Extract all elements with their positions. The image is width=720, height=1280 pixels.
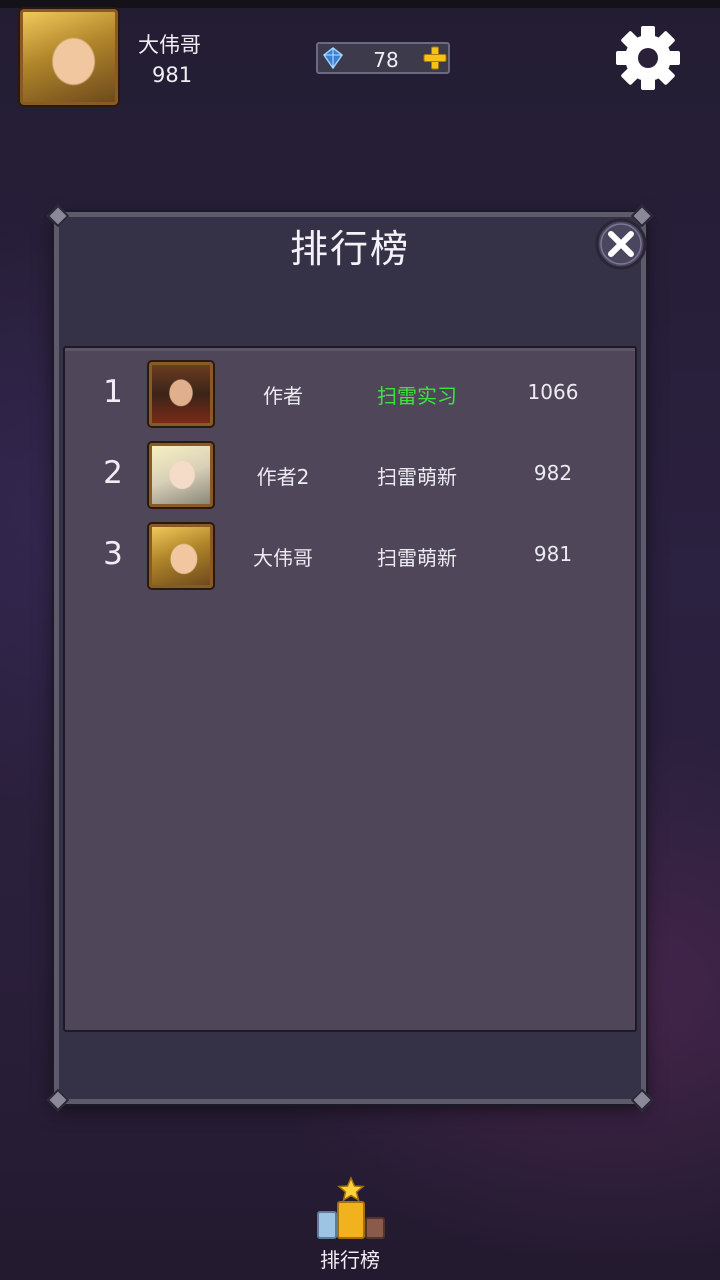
player-title: 扫雷萌新 — [377, 465, 457, 489]
row-avatar — [149, 362, 213, 426]
player-name: 大伟哥 — [138, 33, 201, 57]
gem-count: 78 — [373, 48, 399, 72]
player-score: 981 — [152, 63, 193, 87]
leaderboard-nav-button[interactable]: 排行榜 — [306, 1168, 398, 1272]
player-title: 扫雷实习 — [377, 384, 457, 408]
player-title: 扫雷萌新 — [377, 546, 457, 570]
player-name: 作者2 — [256, 465, 310, 489]
rank-number: 3 — [103, 536, 123, 572]
player-score: 981 — [533, 542, 573, 566]
rank-number: 2 — [103, 455, 123, 491]
leaderboard-row[interactable]: 1 作者 扫雷实习 1066 — [63, 360, 637, 430]
gem-counter: 78 — [316, 42, 450, 74]
player-avatar[interactable] — [20, 9, 118, 105]
player-name: 大伟哥 — [253, 546, 313, 570]
row-avatar — [149, 443, 213, 507]
add-gems-button[interactable] — [422, 45, 448, 71]
avatar-portrait — [152, 527, 210, 585]
player-name: 作者 — [263, 384, 303, 408]
row-avatar — [149, 524, 213, 588]
rank-number: 1 — [103, 374, 123, 410]
settings-gear-icon[interactable] — [612, 22, 684, 94]
leaderboard-row[interactable]: 3 大伟哥 扫雷萌新 981 — [63, 522, 637, 592]
podium-trophy-icon — [317, 1176, 385, 1239]
avatar-portrait — [152, 365, 210, 423]
avatar-portrait — [23, 12, 115, 102]
nav-label: 排行榜 — [320, 1248, 380, 1272]
close-icon[interactable] — [594, 217, 648, 271]
player-score: 982 — [533, 461, 573, 485]
top-status-strip — [0, 0, 720, 8]
avatar-portrait — [152, 446, 210, 504]
gem-icon — [322, 47, 344, 69]
player-score: 1066 — [527, 380, 579, 404]
leaderboard-row[interactable]: 2 作者2 扫雷萌新 982 — [63, 441, 637, 511]
